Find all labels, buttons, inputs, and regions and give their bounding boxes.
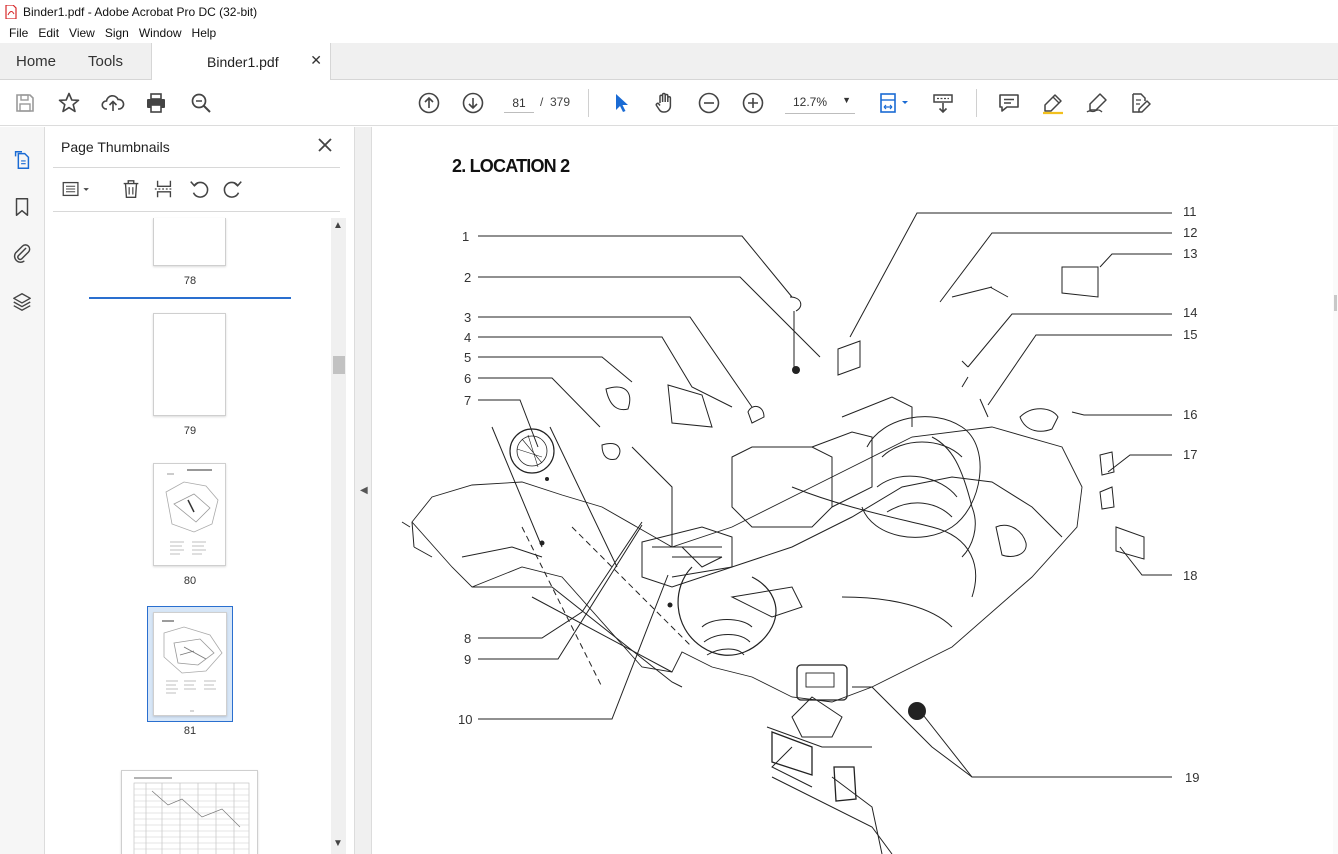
hand-tool-icon[interactable]	[652, 90, 678, 116]
callout-label: 8	[464, 631, 472, 646]
menu-help[interactable]: Help	[187, 26, 222, 40]
callout-label: 7	[464, 393, 472, 408]
callout-label: 1	[462, 229, 470, 244]
thumbnail-preview-graphic	[162, 620, 223, 712]
cloud-upload-icon[interactable]	[100, 90, 126, 116]
zoom-level-dropdown[interactable]: 12.7% ▼	[785, 92, 855, 114]
tab-home[interactable]: Home	[16, 53, 56, 70]
chevron-down-icon: ▼	[842, 95, 851, 105]
toolbar-divider	[976, 89, 977, 117]
attachments-paperclip-icon[interactable]	[9, 240, 35, 266]
callout-label: 4	[464, 330, 472, 345]
scroll-down-icon[interactable]: ▼	[333, 838, 343, 849]
document-tab-label: Binder1.pdf	[207, 54, 279, 70]
tab-document[interactable]: Binder1.pdf ✕	[151, 43, 331, 80]
thumbnail-label: 81	[183, 725, 197, 737]
page-heading: 2. LOCATION 2	[452, 156, 570, 176]
highlight-pen-icon[interactable]	[1040, 90, 1066, 116]
callout-label: 14	[1183, 305, 1198, 320]
panel-splitter[interactable]: ◀	[354, 127, 372, 854]
edit-pdf-icon[interactable]	[1127, 90, 1153, 116]
panel-divider	[53, 167, 340, 168]
page-number-input[interactable]	[504, 93, 534, 113]
document-view[interactable]: 2. LOCATION 2 1 2 3 4 5 6 7 8 9 10 11 12…	[372, 127, 1338, 854]
thumbnail-label: 79	[183, 425, 197, 437]
document-scrollbar[interactable]	[1333, 127, 1338, 854]
callout-label: 16	[1183, 407, 1198, 422]
page-thumbnail-80[interactable]	[153, 463, 226, 566]
panel-divider	[53, 211, 340, 212]
callout-label: 5	[464, 350, 472, 365]
close-panel-icon[interactable]	[315, 135, 335, 155]
zoom-search-icon[interactable]	[188, 90, 214, 116]
draw-sign-icon[interactable]	[1084, 90, 1110, 116]
select-cursor-icon[interactable]	[608, 90, 634, 116]
zoom-value: 12.7%	[793, 95, 828, 109]
bookmarks-icon[interactable]	[9, 194, 35, 220]
menu-file[interactable]: File	[4, 26, 33, 40]
thumbnail-options-icon[interactable]	[59, 177, 95, 201]
menu-window[interactable]: Window	[134, 26, 187, 40]
callout-label: 15	[1183, 327, 1198, 342]
callout-label: 9	[464, 652, 472, 667]
callout-label: 10	[458, 712, 473, 727]
thumbnail-preview-graphic	[133, 777, 250, 854]
rotate-counterclockwise-icon[interactable]	[187, 177, 211, 201]
callout-label: 6	[464, 371, 472, 386]
callout-label: 12	[1183, 225, 1198, 240]
menu-bar: File Edit View Sign Window Help	[0, 23, 1338, 43]
acrobat-pdf-icon	[5, 3, 17, 20]
rotate-clockwise-icon[interactable]	[221, 177, 245, 201]
bookmark-star-icon[interactable]	[56, 90, 82, 116]
menu-view[interactable]: View	[64, 26, 100, 40]
drop-insert-indicator	[89, 297, 291, 299]
comment-icon[interactable]	[996, 90, 1022, 116]
thumbnail-label: 78	[183, 275, 197, 287]
panel-scrollbar[interactable]: ▲ ▼	[331, 218, 346, 854]
title-bar: Binder1.pdf - Adobe Acrobat Pro DC (32-b…	[0, 0, 1338, 23]
total-pages: 379	[550, 95, 571, 109]
page-thumbnail-82[interactable]	[121, 770, 258, 854]
toolbar-divider	[588, 89, 589, 117]
thumbnail-label: 80	[183, 575, 197, 587]
page-thumbnails-icon[interactable]	[9, 147, 35, 173]
zoom-in-icon[interactable]	[740, 90, 766, 116]
page-thumbnail-81[interactable]	[153, 612, 227, 716]
page-separator: /	[540, 95, 544, 109]
close-tab-icon[interactable]: ✕	[310, 52, 322, 69]
callout-label: 13	[1183, 246, 1198, 261]
save-icon[interactable]	[12, 90, 38, 116]
tab-bar: Home Tools Binder1.pdf ✕	[0, 43, 1338, 80]
tab-tools[interactable]: Tools	[88, 53, 123, 70]
layers-icon[interactable]	[9, 289, 35, 315]
menu-sign[interactable]: Sign	[100, 26, 134, 40]
zoom-out-icon[interactable]	[696, 90, 722, 116]
page-thumbnail-78[interactable]	[153, 218, 226, 266]
next-page-icon[interactable]	[460, 90, 486, 116]
callout-label: 17	[1183, 447, 1198, 462]
delete-page-icon[interactable]	[119, 177, 143, 201]
navigation-rail	[0, 127, 45, 854]
page-thumbnail-79[interactable]	[153, 313, 226, 416]
callout-label: 11	[1183, 204, 1197, 219]
callout-label: 18	[1183, 568, 1198, 583]
page-fit-icon[interactable]	[876, 90, 914, 116]
menu-edit[interactable]: Edit	[33, 26, 64, 40]
thumbnail-preview-graphic	[165, 469, 219, 555]
collapse-panel-icon[interactable]: ◀	[360, 485, 368, 496]
panel-title: Page Thumbnails	[61, 139, 170, 155]
callout-label: 2	[464, 270, 472, 285]
scroll-up-icon[interactable]: ▲	[333, 220, 343, 231]
toolbar: / 379 12.7% ▼	[0, 80, 1338, 126]
extract-split-page-icon[interactable]	[152, 177, 176, 201]
previous-page-icon[interactable]	[416, 90, 442, 116]
scroll-mode-icon[interactable]	[930, 90, 956, 116]
scrollbar-handle[interactable]	[1334, 295, 1337, 311]
callout-label: 3	[464, 310, 472, 325]
print-icon[interactable]	[143, 90, 169, 116]
scrollbar-handle[interactable]	[333, 356, 345, 374]
window-title: Binder1.pdf - Adobe Acrobat Pro DC (32-b…	[23, 4, 258, 19]
callout-label: 19	[1185, 770, 1200, 785]
